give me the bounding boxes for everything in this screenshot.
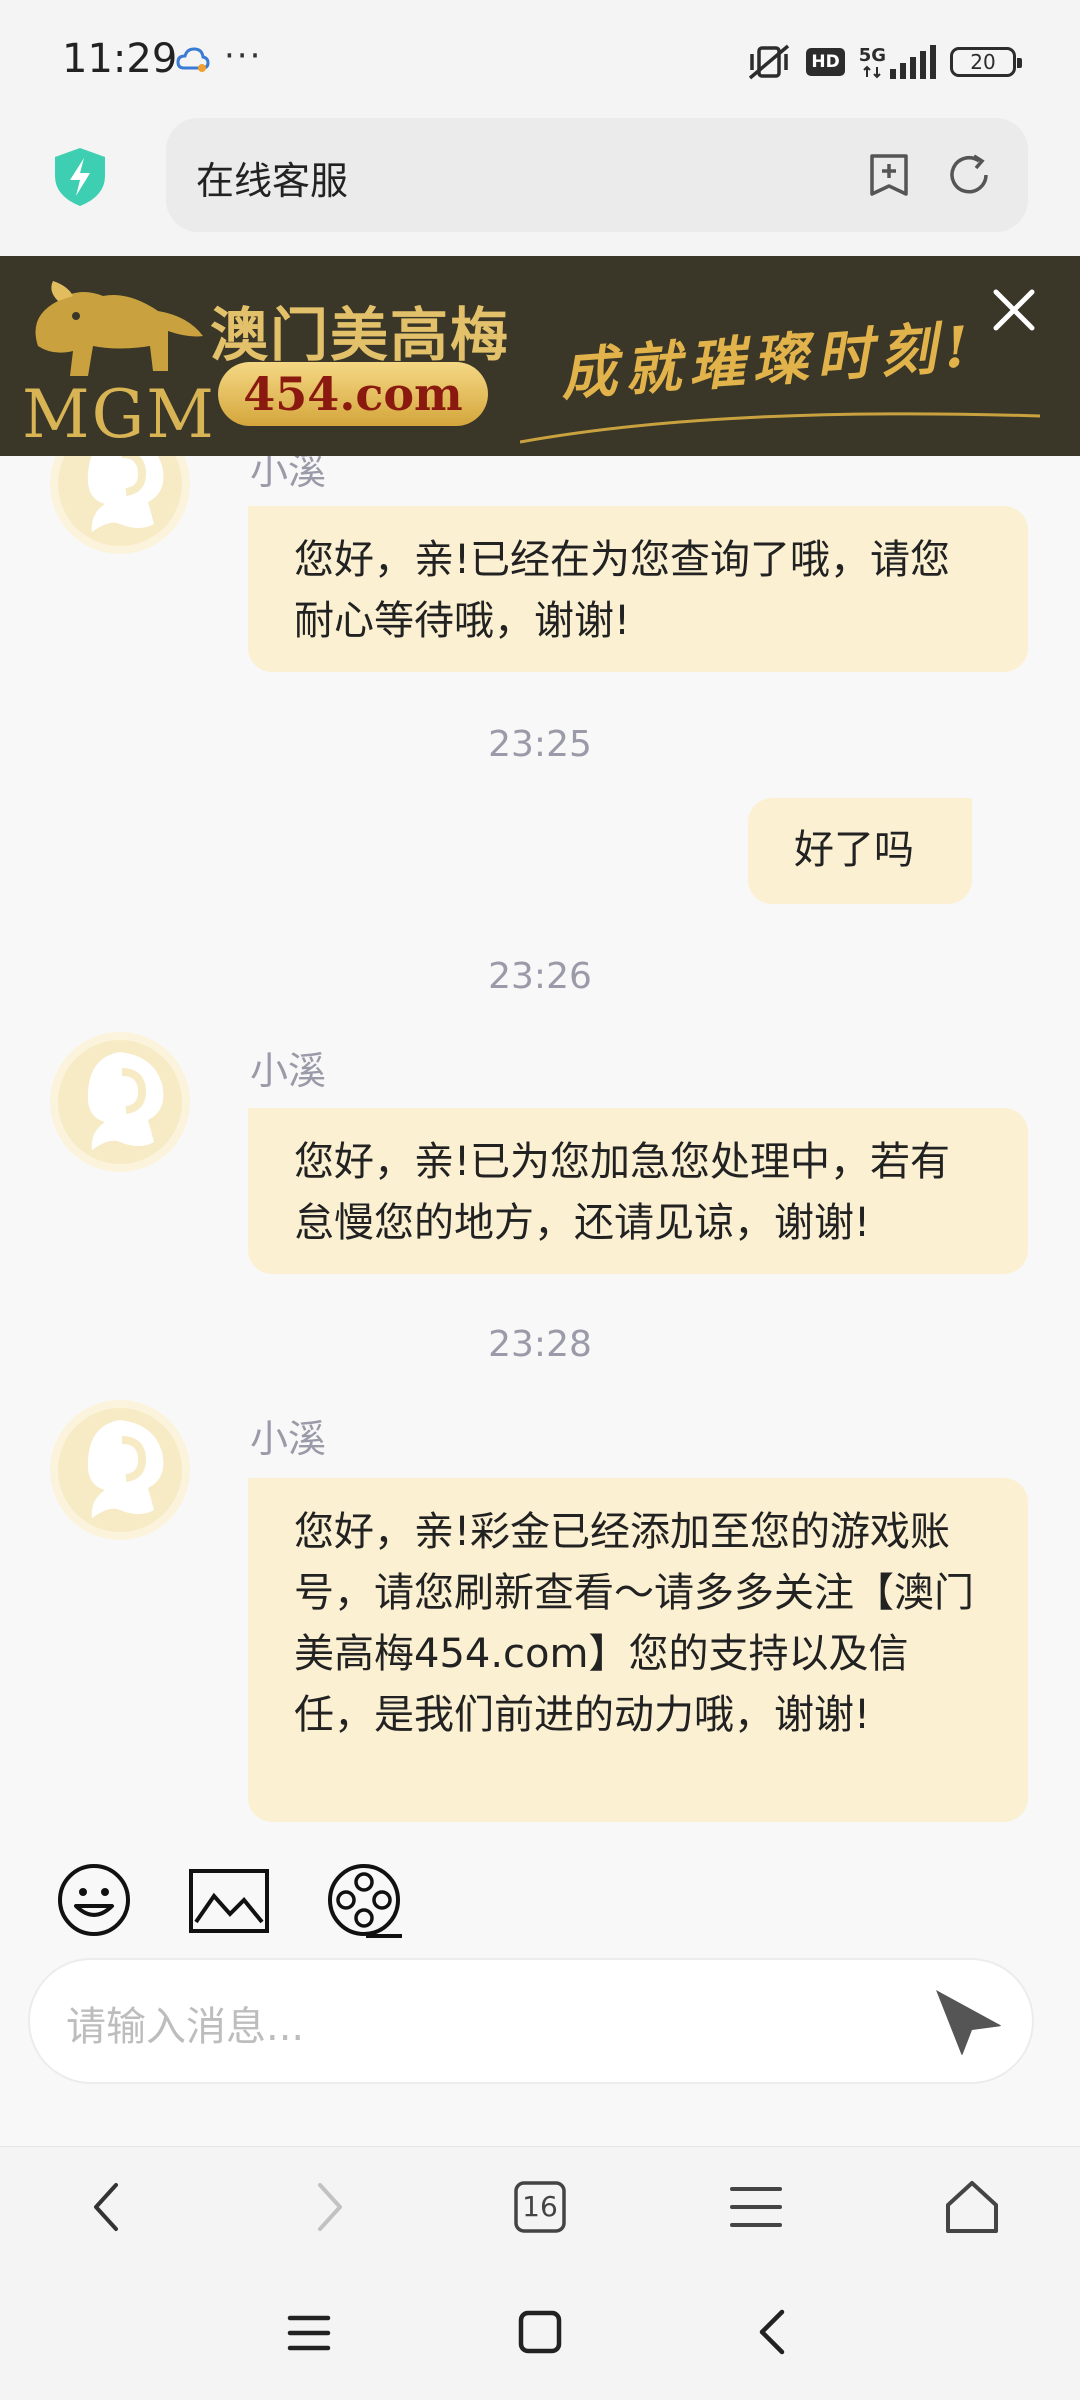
- system-back-icon[interactable]: [750, 2306, 796, 2358]
- ad-brand-name: 澳门美高梅: [210, 301, 511, 369]
- agent-name: 小溪: [250, 456, 327, 493]
- chat-message-list[interactable]: 小溪 您好，亲!已经在为您查询了哦，请您耐心等待哦，谢谢! 23:25 好了吗 …: [0, 456, 1080, 1846]
- image-icon[interactable]: [188, 1868, 270, 1934]
- send-icon[interactable]: [932, 1986, 1006, 2058]
- status-bar: 11:29 ··· HD 5G 20: [0, 0, 1080, 118]
- lion-logo-icon: [35, 281, 203, 376]
- status-time: 11:29: [62, 36, 178, 82]
- url-field[interactable]: 在线客服: [166, 118, 1028, 232]
- timestamp: 23:26: [488, 956, 592, 997]
- ad-slogan: 成就璀璨时刻!: [558, 313, 979, 409]
- decorative-swoosh: [520, 412, 1040, 444]
- ad-domain: 454.com: [243, 367, 463, 421]
- page-title: 在线客服: [196, 159, 349, 203]
- system-home-icon[interactable]: [516, 2308, 564, 2356]
- cloud-sync-icon: [176, 47, 210, 72]
- vibrate-mute-icon: [749, 44, 790, 80]
- security-shield-icon[interactable]: [52, 146, 108, 208]
- battery-indicator: 20: [950, 47, 1022, 77]
- tabs-button[interactable]: 16: [510, 2177, 570, 2237]
- timestamp: 23:28: [488, 1324, 592, 1365]
- agent-avatar: [50, 1032, 190, 1172]
- browser-address-bar: 在线客服: [0, 118, 1080, 256]
- agent-message-bubble[interactable]: 您好，亲!已经在为您查询了哦，请您耐心等待哦，谢谢!: [248, 506, 1028, 672]
- data-arrows-icon: [863, 65, 882, 79]
- emoji-icon[interactable]: [56, 1862, 132, 1938]
- elephant-avatar-icon: [58, 456, 182, 546]
- ad-banner[interactable]: MGM 澳门美高梅 454.com 成就璀璨时刻!: [0, 256, 1080, 456]
- agent-avatar: [50, 1400, 190, 1540]
- add-bookmark-icon[interactable]: [866, 152, 912, 198]
- hd-voice-badge: HD: [806, 48, 845, 76]
- refresh-icon[interactable]: [946, 152, 992, 198]
- film-reel-icon[interactable]: [326, 1862, 404, 1942]
- input-placeholder: 请输入消息...: [66, 2004, 305, 2050]
- tab-count: 16: [522, 2190, 558, 2223]
- battery-level: 20: [970, 50, 996, 74]
- agent-name: 小溪: [250, 1049, 327, 1093]
- agent-avatar: [50, 456, 190, 554]
- back-icon[interactable]: [78, 2177, 138, 2237]
- menu-icon[interactable]: [726, 2177, 786, 2237]
- elephant-avatar-icon: [58, 1408, 182, 1532]
- ad-domain-pill: 454.com: [218, 362, 488, 426]
- elephant-avatar-icon: [58, 1040, 182, 1164]
- forward-icon[interactable]: [298, 2177, 358, 2237]
- recent-apps-icon[interactable]: [286, 2310, 332, 2356]
- composer-toolbar: [0, 1846, 1080, 1956]
- more-notifications-icon: ···: [224, 36, 263, 76]
- timestamp: 23:25: [488, 724, 592, 765]
- user-message-bubble[interactable]: 好了吗: [748, 798, 972, 904]
- message-input[interactable]: 请输入消息...: [28, 1958, 1034, 2084]
- network-type: 5G: [858, 45, 886, 66]
- signal-indicator: 5G: [859, 45, 936, 79]
- home-icon[interactable]: [942, 2177, 1002, 2237]
- signal-bars-icon: [890, 45, 936, 79]
- agent-message-bubble[interactable]: 您好，亲!已为您加急您处理中，若有怠慢您的地方，还请见谅，谢谢!: [248, 1108, 1028, 1274]
- browser-navigation: 16: [0, 2146, 1080, 2267]
- agent-message-bubble[interactable]: 您好，亲!彩金已经添加至您的游戏账号，请您刷新查看～请多多关注【澳门美高梅454…: [248, 1478, 1028, 1822]
- close-icon[interactable]: [986, 282, 1042, 338]
- agent-name: 小溪: [250, 1417, 327, 1461]
- mgm-logo-text: MGM: [22, 376, 216, 453]
- system-navigation: [0, 2266, 1080, 2400]
- status-indicators: HD 5G 20: [746, 40, 1022, 84]
